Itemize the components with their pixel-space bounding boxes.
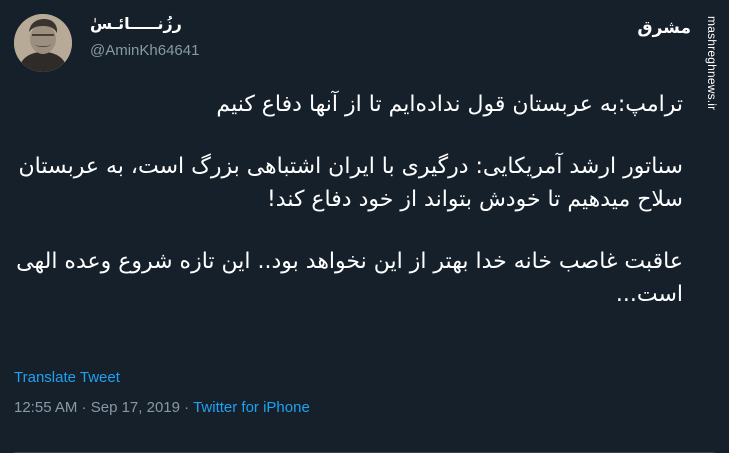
tweet-text: ترامپ:به عربستان قول نداده‌ایم تا از آنه… bbox=[14, 88, 683, 340]
avatar[interactable] bbox=[14, 14, 72, 72]
watermark-logo: مشرق bbox=[637, 18, 691, 38]
tweet-paragraph: سناتور ارشد آمریکایی: درگیری با ایران اش… bbox=[18, 154, 683, 212]
tweet-paragraph: ترامپ:به عربستان قول نداده‌ایم تا از آنه… bbox=[216, 92, 683, 117]
tweet-paragraph: عاقبت غاصب خانه خدا بهتر از این نخواهد ب… bbox=[16, 249, 683, 307]
author-handle[interactable]: @AminKh64641 bbox=[90, 42, 199, 59]
tweet-meta: 12:55 AM · Sep 17, 2019 · Twitter for iP… bbox=[14, 399, 310, 416]
avatar-portrait-icon bbox=[14, 14, 72, 72]
author-display-name[interactable]: رزُنـــــائـسٰ bbox=[90, 14, 182, 33]
meta-separator: · bbox=[184, 399, 190, 416]
tweet-source-link[interactable]: Twitter for iPhone bbox=[193, 399, 310, 416]
translate-tweet-link[interactable]: Translate Tweet bbox=[14, 369, 120, 386]
watermark-site: mashreghnews.ir bbox=[705, 16, 719, 111]
meta-separator: · bbox=[81, 399, 87, 416]
watermark-logo-text: مشرق bbox=[637, 18, 691, 38]
tweet-time[interactable]: 12:55 AM bbox=[14, 399, 77, 416]
tweet-date[interactable]: Sep 17, 2019 bbox=[91, 399, 180, 416]
